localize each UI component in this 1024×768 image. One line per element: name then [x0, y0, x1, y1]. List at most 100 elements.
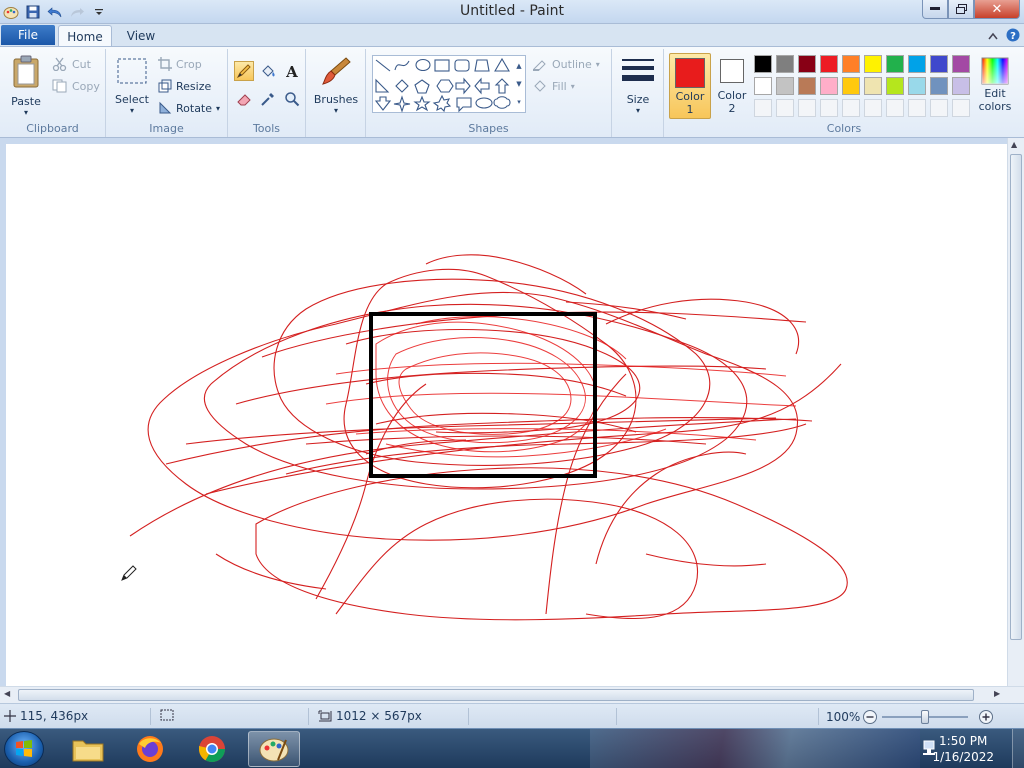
magnifier-tool[interactable]: [282, 89, 302, 109]
zoom-in-icon[interactable]: [978, 709, 994, 725]
color-picker-tool[interactable]: [258, 89, 278, 109]
size-button[interactable]: Size ▾: [618, 57, 658, 115]
custom-color-slot[interactable]: [908, 99, 926, 117]
palette-swatch[interactable]: [776, 77, 794, 95]
outline-button[interactable]: Outline ▾: [532, 57, 600, 71]
close-button[interactable]: ✕: [974, 0, 1020, 19]
horizontal-scroll-thumb[interactable]: [18, 689, 974, 701]
window-title: Untitled - Paint: [460, 3, 564, 19]
vertical-scrollbar[interactable]: ▲ ▼: [1007, 138, 1024, 702]
tab-file[interactable]: File: [1, 25, 55, 45]
chevron-down-icon: ▾: [333, 106, 338, 115]
select-button[interactable]: Select ▾: [114, 57, 150, 115]
tab-view[interactable]: View: [118, 25, 164, 47]
brushes-button[interactable]: Brushes ▾: [312, 55, 360, 115]
canvas-size: 1012 × 567px: [318, 709, 422, 723]
palette-swatch[interactable]: [776, 55, 794, 73]
minimize-ribbon-icon[interactable]: [988, 30, 998, 43]
shapes-gallery: [372, 55, 526, 113]
start-button[interactable]: [4, 731, 44, 767]
palette-swatch[interactable]: [842, 55, 860, 73]
shapes-group-label: Shapes: [468, 122, 509, 135]
vertical-scroll-thumb[interactable]: [1010, 154, 1022, 640]
zoom-slider-thumb[interactable]: [921, 710, 929, 724]
shapes-scrollbar[interactable]: ▲ ▼ ▾: [514, 57, 524, 111]
taskbar-firefox[interactable]: [124, 731, 176, 767]
custom-color-slot[interactable]: [754, 99, 772, 117]
brushes-label: Brushes: [313, 93, 359, 106]
palette-swatch[interactable]: [798, 55, 816, 73]
drawing-canvas[interactable]: [6, 144, 1008, 686]
palette-swatch[interactable]: [798, 77, 816, 95]
color1-button[interactable]: Color 1: [669, 53, 711, 119]
palette-swatch[interactable]: [908, 77, 926, 95]
taskbar-explorer[interactable]: [62, 731, 114, 767]
copy-button[interactable]: Copy: [52, 79, 100, 93]
chevron-down-icon: ▾: [595, 59, 600, 69]
scroll-right-arrow-icon[interactable]: ▶: [994, 689, 1000, 698]
ribbon: Paste ▾ Cut Copy Clipboard Select ▾ Crop…: [0, 46, 1024, 138]
paste-button[interactable]: Paste ▾: [8, 55, 44, 117]
palette-swatch[interactable]: [842, 77, 860, 95]
pencil-tool[interactable]: [234, 61, 254, 81]
custom-color-slot[interactable]: [886, 99, 904, 117]
palette-swatch[interactable]: [952, 55, 970, 73]
custom-color-slot[interactable]: [864, 99, 882, 117]
chevron-down-icon: ▾: [216, 103, 221, 113]
palette-swatch[interactable]: [930, 55, 948, 73]
zoom-slider[interactable]: [882, 710, 968, 724]
taskbar-paint[interactable]: [248, 731, 300, 767]
chrome-icon: [198, 736, 226, 763]
custom-color-slot[interactable]: [952, 99, 970, 117]
fill-button[interactable]: Fill ▾: [532, 79, 575, 93]
edit-colors-button[interactable]: Edit colors: [976, 53, 1014, 123]
cursor-position: 115, 436px: [4, 709, 88, 723]
fill-tool[interactable]: [258, 61, 278, 81]
help-icon[interactable]: ?: [1006, 28, 1020, 45]
size-label: Size: [626, 93, 650, 106]
custom-color-slot[interactable]: [798, 99, 816, 117]
show-desktop-button[interactable]: [1012, 729, 1024, 768]
palette-swatch[interactable]: [754, 55, 772, 73]
rotate-button[interactable]: Rotate ▾: [158, 101, 220, 115]
palette-swatch[interactable]: [952, 77, 970, 95]
palette-swatch[interactable]: [754, 77, 772, 95]
crop-button[interactable]: Crop: [158, 57, 202, 71]
crop-icon: [158, 57, 172, 71]
palette-swatch[interactable]: [864, 77, 882, 95]
zoom-out-icon[interactable]: [862, 709, 878, 725]
horizontal-scrollbar[interactable]: ◀ ▶: [0, 686, 1024, 703]
select-rectangle-icon: [117, 58, 147, 84]
custom-color-slot[interactable]: [820, 99, 838, 117]
eraser-tool[interactable]: [234, 89, 254, 109]
palette-swatch[interactable]: [820, 77, 838, 95]
system-clock[interactable]: 1:50 PM 1/16/2022: [932, 733, 994, 765]
firefox-icon: [137, 736, 163, 762]
palette-swatch[interactable]: [820, 55, 838, 73]
minimize-button[interactable]: [922, 0, 948, 19]
palette-swatch[interactable]: [864, 55, 882, 73]
palette-swatch[interactable]: [908, 55, 926, 73]
palette-swatch[interactable]: [930, 77, 948, 95]
custom-color-slot[interactable]: [776, 99, 794, 117]
cut-button[interactable]: Cut: [52, 57, 91, 71]
taskbar-chrome[interactable]: [186, 731, 238, 767]
custom-color-slot[interactable]: [842, 99, 860, 117]
palette-swatch[interactable]: [886, 77, 904, 95]
scroll-up-arrow-icon[interactable]: ▲: [1011, 140, 1017, 149]
resize-icon: [158, 79, 172, 93]
rotate-icon: [159, 101, 172, 114]
tools-group: A Tools: [228, 49, 306, 137]
scissors-icon: [52, 57, 67, 71]
outline-pen-icon: [533, 60, 546, 71]
resize-button[interactable]: Resize: [158, 79, 211, 93]
scroll-left-arrow-icon[interactable]: ◀: [4, 689, 10, 698]
color2-button[interactable]: Color 2: [714, 53, 750, 119]
palette-swatch[interactable]: [886, 55, 904, 73]
ribbon-right-controls: ?: [988, 28, 1020, 45]
tab-home[interactable]: Home: [58, 25, 112, 47]
restore-button[interactable]: [948, 0, 974, 19]
custom-color-slot[interactable]: [930, 99, 948, 117]
status-divider: [150, 708, 151, 725]
text-tool[interactable]: A: [282, 61, 302, 81]
